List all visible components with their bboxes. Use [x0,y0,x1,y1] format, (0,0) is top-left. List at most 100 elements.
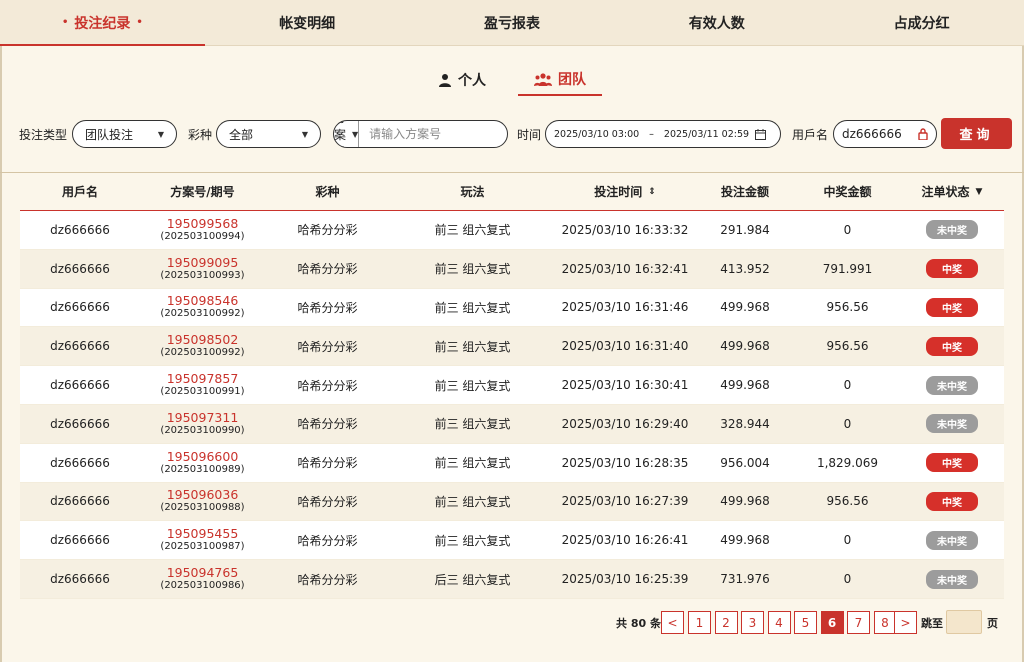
table-row[interactable]: dz666666 195095455 (202503100987) 哈希分分彩 前三 组… [20,521,1004,561]
filter-icon[interactable]: ▼ [976,187,983,197]
cell-play: 前三 组六复式 [434,223,511,238]
cell-status: 中奖 [900,336,1004,356]
cell-bet-time: 2025/03/10 16:26:41 [561,533,689,548]
scheme-link[interactable]: 195094765 [167,566,239,580]
period-number: (202503100987) [160,541,245,553]
username-label: 用戶名 [792,128,829,142]
cell-bet-amount: 731.976 [720,572,770,587]
scheme-link[interactable]: 195096600 [167,449,239,464]
tab-label: 帐变明细 [279,15,336,32]
cell-lottery: 哈希分分彩 [297,456,358,471]
table-row[interactable]: dz666666 195096036 (202503100988) 哈希分分彩 前三 组… [20,482,1004,522]
tab-profit-report[interactable]: 盈亏报表 [410,0,615,45]
cell-username: dz666666 [50,494,110,509]
filter-bar: 投注类型 团队投注 ▼ 彩种 全部 ▼ 方案号 ▼ 时间 2025/03/10 … [0,118,1024,150]
table-body: dz666666 195099568 (202503100994) 哈希分分彩 前三 组… [0,211,1024,599]
scheme-link[interactable]: 195099095 [167,255,239,270]
jump-page-input[interactable] [946,610,982,634]
tab-dot: • [61,17,69,28]
table-row[interactable]: dz666666 195098546 (202503100992) 哈希分分彩 前三 组… [20,288,1004,328]
cell-play: 前三 组六复式 [434,456,511,471]
status-badge: 未中奖 [926,569,978,589]
page-button[interactable]: 5 [794,611,817,634]
scheme-type-select[interactable]: 方案号 ▼ [334,121,360,147]
header-win-amount: 中奖金额 [823,185,872,199]
cell-scheme-period: 195097311 (202503100990) [140,410,265,437]
cell-lottery: 哈希分分彩 [297,533,358,548]
next-page-button[interactable]: > [894,611,917,634]
table-row[interactable]: dz666666 195097857 (202503100991) 哈希分分彩 前三 组… [20,366,1004,405]
cell-lottery: 哈希分分彩 [297,417,358,432]
table-row[interactable]: dz666666 195098502 (202503100992) 哈希分分彩 前三 组… [20,327,1004,367]
table-row[interactable]: dz666666 195096600 (202503100989) 哈希分分彩 前三 组… [20,443,1004,483]
cell-bet-amount: 291.984 [720,222,770,237]
status-badge: 中奖 [926,336,978,356]
jump-label: 跳至 [921,617,943,630]
date-range-picker[interactable]: 2025/03/10 03:00 – 2025/03/11 02:59 [545,120,781,148]
table-row[interactable]: dz666666 195099095 (202503100993) 哈希分分彩 前三 组… [20,249,1004,289]
username-field[interactable]: dz666666 [833,120,937,148]
cell-username: dz666666 [50,339,110,354]
status-badge: 未中奖 [926,530,978,550]
cell-bet-time: 2025/03/10 16:29:40 [561,416,689,431]
tab-bet-records[interactable]: • 投注纪录 • [0,0,205,46]
scheme-link[interactable]: 195098502 [167,333,239,347]
query-button[interactable]: 查询 [941,118,1012,149]
caret-down-icon: ▼ [301,129,308,139]
cell-status: 未中奖 [900,530,1004,550]
cell-win-amount: 0 [843,222,852,237]
cell-status: 中奖 [900,491,1004,511]
team-icon [534,73,552,86]
lottery-select[interactable]: 全部 ▼ [216,120,321,148]
tab-label: 占成分红 [893,15,950,32]
page-button[interactable]: 6 [820,611,844,634]
scheme-link[interactable]: 195095455 [167,527,239,541]
prev-page-button[interactable]: < [661,611,684,634]
cell-bet-amount: 413.952 [720,261,770,276]
lottery-value: 全部 [229,127,254,142]
scheme-link[interactable]: 195097857 [167,372,239,386]
scheme-input[interactable] [359,121,507,147]
scheme-link[interactable]: 195097311 [167,410,239,425]
calendar-icon [755,128,767,140]
caret-down-icon: ▼ [157,129,164,139]
date-end: 2025/03/11 02:59 [663,128,750,140]
cell-win-amount: 0 [843,572,852,587]
cell-lottery: 哈希分分彩 [297,378,358,393]
tab-dividends[interactable]: 占成分红 [819,0,1024,45]
bet-type-label: 投注类型 [19,128,68,142]
cell-bet-amount: 499.968 [720,378,770,393]
header-bet-time[interactable]: 投注时间 ⇕ [555,183,695,200]
cell-username: dz666666 [50,378,110,393]
scheme-link[interactable]: 195098546 [167,294,239,308]
period-number: (202503100988) [160,502,245,514]
page-button[interactable]: 2 [714,611,738,634]
table-row[interactable]: dz666666 195099568 (202503100994) 哈希分分彩 前三 组… [20,211,1004,250]
table-row[interactable]: dz666666 195097311 (202503100990) 哈希分分彩 前三 组… [20,404,1004,444]
scheme-link[interactable]: 195099568 [167,216,239,231]
cell-username: dz666666 [50,261,110,276]
cell-play: 前三 组六复式 [434,378,511,393]
page-button[interactable]: 3 [741,611,764,634]
sort-icon[interactable]: ⇕ [648,187,656,197]
cell-play: 前三 组六复式 [434,494,511,509]
cell-scheme-period: 195098502 (202503100992) [140,333,265,359]
tab-active-users[interactable]: 有效人数 [614,0,819,45]
header-status[interactable]: 注单状态 ▼ [900,183,1004,200]
table-row[interactable]: dz666666 195094765 (202503100986) 哈希分分彩 后三 组… [20,560,1004,599]
page-button[interactable]: 7 [847,611,870,634]
cell-lottery: 哈希分分彩 [297,339,358,354]
bet-type-select[interactable]: 团队投注 ▼ [72,120,177,148]
switch-personal[interactable]: 个人 [422,64,502,96]
cell-bet-amount: 499.968 [720,494,770,509]
page-button[interactable]: 4 [767,611,791,634]
status-badge: 未中奖 [926,375,978,395]
cell-bet-amount: 499.968 [720,339,770,354]
time-label: 时间 [517,128,542,142]
switch-team[interactable]: 团队 [518,64,602,96]
cell-lottery: 哈希分分彩 [297,494,358,509]
cell-bet-time: 2025/03/10 16:33:32 [561,222,689,237]
tab-account-changes[interactable]: 帐变明细 [205,0,410,45]
scheme-link[interactable]: 195096036 [167,488,239,502]
page-button[interactable]: 1 [688,611,711,634]
